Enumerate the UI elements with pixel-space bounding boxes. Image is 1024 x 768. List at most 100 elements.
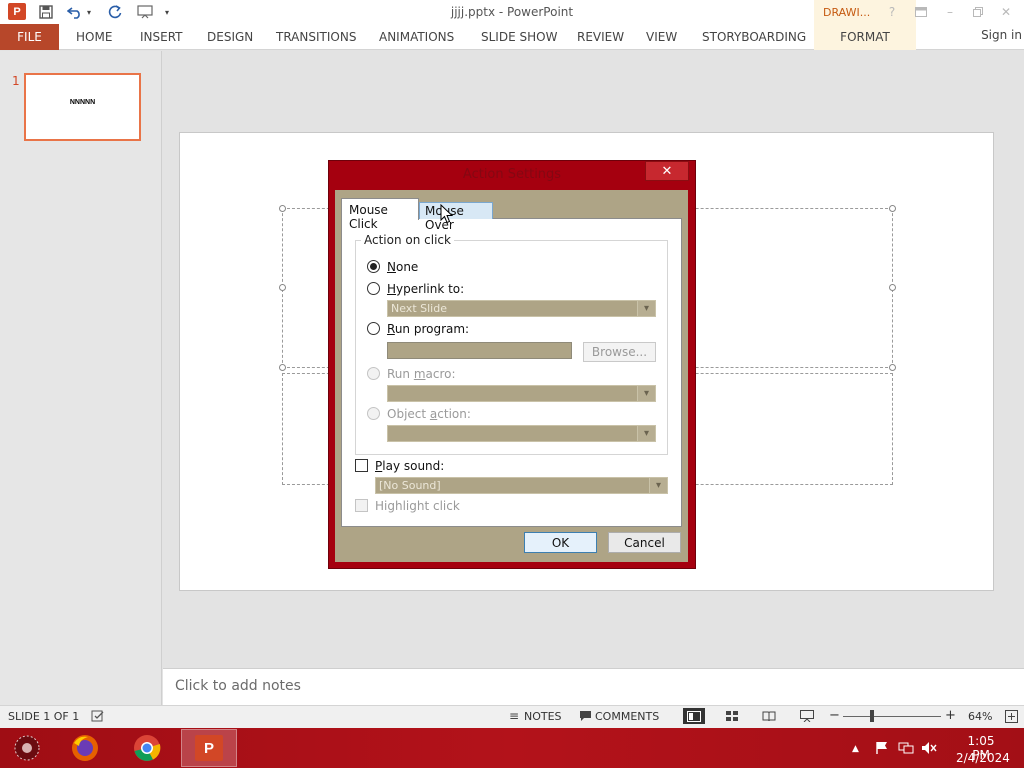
mnemonic: N xyxy=(387,260,396,274)
comments-icon[interactable] xyxy=(576,708,594,724)
chevron-down-icon[interactable]: ▾ xyxy=(637,386,655,401)
tab-view[interactable]: VIEW xyxy=(646,24,677,50)
run-program-label[interactable]: Run program: xyxy=(387,322,469,336)
zoom-out-button[interactable]: − xyxy=(829,708,840,723)
label-text: un program: xyxy=(394,322,470,336)
tab-animations[interactable]: ANIMATIONS xyxy=(379,24,454,50)
play-sound-label[interactable]: Play sound: xyxy=(375,459,444,473)
chevron-down-icon[interactable]: ▾ xyxy=(637,301,655,316)
zoom-slider[interactable] xyxy=(843,716,941,717)
hyperlink-value: Next Slide xyxy=(391,302,447,315)
object-action-radio[interactable] xyxy=(367,407,380,420)
restore-icon[interactable] xyxy=(968,3,988,21)
radio-selected-dot xyxy=(370,263,377,270)
slide-sorter-icon[interactable] xyxy=(723,708,741,724)
show-hidden-icons-icon[interactable]: ▲ xyxy=(852,744,859,754)
save-icon[interactable] xyxy=(37,3,55,21)
slide-show-icon[interactable] xyxy=(798,708,816,724)
tab-slide-show[interactable]: SLIDE SHOW xyxy=(481,24,557,50)
help-icon[interactable]: ? xyxy=(882,3,902,21)
object-action-dropdown[interactable] xyxy=(387,425,656,442)
comments-toggle[interactable]: COMMENTS xyxy=(595,710,659,723)
undo-icon[interactable] xyxy=(66,3,84,21)
action-on-click-label: Action on click xyxy=(361,233,454,247)
resize-handle[interactable] xyxy=(889,364,896,371)
run-program-field[interactable] xyxy=(387,342,572,359)
hyperlink-dropdown[interactable]: Next Slide xyxy=(387,300,656,317)
start-from-beginning-icon[interactable] xyxy=(136,3,154,21)
tab-transitions[interactable]: TRANSITIONS xyxy=(276,24,356,50)
mouse-pointer-icon xyxy=(440,203,454,227)
resize-handle[interactable] xyxy=(889,284,896,291)
tab-mouse-click[interactable]: Mouse Click xyxy=(341,198,419,231)
ribbon-display-options-icon[interactable] xyxy=(911,3,931,21)
tab-format[interactable]: FORMAT xyxy=(814,24,916,50)
dialog-close-button[interactable]: ✕ xyxy=(645,161,689,181)
chevron-down-icon[interactable]: ▾ xyxy=(637,426,655,441)
clock-date[interactable]: 2/4/2024 xyxy=(956,751,1010,765)
notes-icon[interactable]: ≡ xyxy=(505,708,523,724)
hyperlink-label[interactable]: Hyperlink to: xyxy=(387,282,464,296)
firefox-icon[interactable] xyxy=(58,729,112,767)
run-macro-radio[interactable] xyxy=(367,367,380,380)
label-text: ction: xyxy=(437,407,471,421)
customize-qat-icon[interactable]: ▾ xyxy=(162,3,172,21)
ok-button[interactable]: OK xyxy=(524,532,597,553)
none-label[interactable]: None xyxy=(387,260,418,274)
tab-home[interactable]: HOME xyxy=(76,24,112,50)
resize-handle[interactable] xyxy=(279,364,286,371)
sound-dropdown[interactable]: [No Sound] xyxy=(375,477,668,494)
browse-button[interactable]: Browse... xyxy=(583,342,656,362)
tab-mouse-over[interactable]: Mouse Over xyxy=(419,202,493,232)
run-program-radio[interactable] xyxy=(367,322,380,335)
play-sound-checkbox[interactable] xyxy=(355,459,368,472)
undo-dropdown-icon[interactable]: ▾ xyxy=(84,3,94,21)
mnemonic: R xyxy=(387,322,395,336)
zoom-in-button[interactable]: + xyxy=(945,708,956,723)
zoom-level[interactable]: 64% xyxy=(968,710,992,723)
hyperlink-radio[interactable] xyxy=(367,282,380,295)
run-macro-dropdown[interactable] xyxy=(387,385,656,402)
slide-count: SLIDE 1 OF 1 xyxy=(8,710,80,723)
label-text: Object xyxy=(387,407,430,421)
redo-icon[interactable] xyxy=(106,3,124,21)
sound-value: [No Sound] xyxy=(379,479,441,492)
volume-muted-icon[interactable] xyxy=(921,741,937,758)
reading-view-icon[interactable] xyxy=(760,708,778,724)
media-player-icon[interactable] xyxy=(0,729,54,767)
powerpoint-taskbar-button[interactable]: P xyxy=(181,729,237,767)
notes-placeholder[interactable]: Click to add notes xyxy=(175,678,301,694)
run-macro-label: Run macro: xyxy=(387,367,456,381)
label-text: lay sound: xyxy=(382,459,445,473)
resize-handle[interactable] xyxy=(889,205,896,212)
label-text: Run xyxy=(387,367,414,381)
highlight-click-label: Highlight click xyxy=(375,499,460,513)
chrome-icon[interactable] xyxy=(120,729,174,767)
chevron-down-icon[interactable]: ▾ xyxy=(649,478,667,493)
resize-handle[interactable] xyxy=(279,205,286,212)
network-icon[interactable] xyxy=(898,741,914,758)
normal-view-icon[interactable] xyxy=(683,708,705,724)
tab-insert[interactable]: INSERT xyxy=(140,24,183,50)
minimize-icon[interactable]: – xyxy=(940,3,960,21)
close-window-icon[interactable]: ✕ xyxy=(996,3,1016,21)
powerpoint-logo-icon[interactable]: P xyxy=(8,3,26,20)
tab-storyboarding[interactable]: STORYBOARDING xyxy=(702,24,806,50)
zoom-slider-thumb[interactable] xyxy=(870,710,874,722)
action-center-flag-icon[interactable] xyxy=(875,741,889,758)
resize-handle[interactable] xyxy=(279,284,286,291)
tab-file[interactable]: FILE xyxy=(0,24,59,50)
fit-to-window-icon[interactable] xyxy=(1002,708,1020,724)
label-text: one xyxy=(395,260,419,274)
tab-design[interactable]: DESIGN xyxy=(207,24,253,50)
label-text: acro: xyxy=(425,367,456,381)
slide-thumbnail[interactable] xyxy=(24,73,141,141)
cancel-button[interactable]: Cancel xyxy=(608,532,681,553)
notes-toggle[interactable]: NOTES xyxy=(524,710,562,723)
none-radio[interactable] xyxy=(367,260,380,273)
highlight-click-checkbox[interactable] xyxy=(355,499,368,512)
spell-check-icon[interactable] xyxy=(89,708,107,724)
mnemonic: H xyxy=(387,282,397,296)
tab-review[interactable]: REVIEW xyxy=(577,24,624,50)
sign-in-link[interactable]: Sign in xyxy=(981,28,1022,42)
